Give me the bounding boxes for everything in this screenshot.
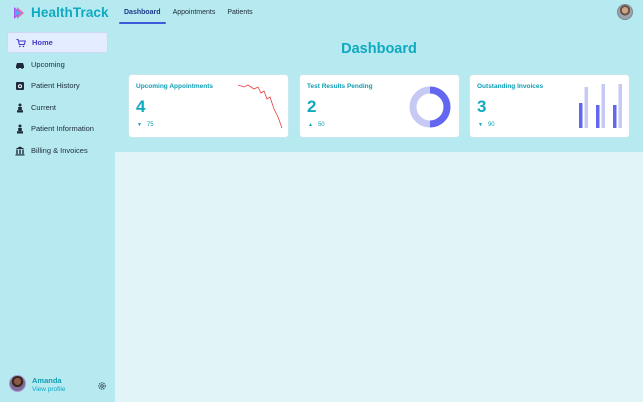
gear-icon[interactable]	[97, 378, 107, 390]
trend-down-icon: ▼	[137, 122, 142, 128]
trend-down-icon: ▼	[478, 122, 483, 128]
avatar[interactable]	[9, 375, 26, 392]
card-delta-value: 90	[487, 122, 495, 128]
sidebar-item-label: Patient History	[31, 81, 80, 90]
building-icon	[15, 146, 25, 156]
sidebar-item-billing-invoices[interactable]: Billing & Invoices	[7, 140, 108, 161]
card-value: 4	[136, 97, 146, 116]
content-area	[115, 152, 643, 402]
donut-chart	[409, 86, 451, 128]
camera-icon	[15, 81, 25, 91]
trend-up-icon: ▲	[308, 122, 313, 128]
sidebar-item-label: Current	[31, 103, 57, 112]
tab-appointments[interactable]: Appointments	[167, 0, 222, 24]
profile-section: Amanda View profile	[9, 373, 109, 395]
sidebar-item-home[interactable]: Home	[7, 32, 108, 53]
sidebar-item-label: Patient Information	[31, 124, 94, 133]
bar-chart	[579, 84, 622, 128]
card-outstanding-invoices[interactable]: Outstanding Invoices 3 ▼ 90	[470, 75, 629, 137]
card-upcoming-appointments[interactable]: Upcoming Appointments 4 ▼ 75	[129, 75, 288, 137]
page-title: Dashboard	[341, 41, 417, 57]
sidebar: Home Upcoming Patient History Current Pa…	[0, 28, 114, 402]
tab-dashboard[interactable]: Dashboard	[118, 0, 167, 24]
sidebar-item-label: Upcoming	[31, 60, 65, 69]
user-avatar[interactable]	[617, 4, 633, 20]
card-delta: ▼ 90	[478, 122, 495, 128]
card-value: 2	[307, 97, 317, 116]
car-icon	[15, 60, 25, 70]
card-title: Outstanding Invoices	[477, 83, 544, 90]
card-delta-value: 75	[146, 122, 154, 128]
person-icon	[15, 103, 25, 113]
card-title: Upcoming Appointments	[136, 83, 214, 90]
card-test-results-pending[interactable]: Test Results Pending 2 ▲ 50	[300, 75, 459, 137]
sparkline-chart	[237, 84, 283, 129]
card-value: 3	[477, 97, 487, 116]
sidebar-item-patient-information[interactable]: Patient Information	[7, 118, 108, 139]
cart-icon	[16, 38, 26, 48]
sidebar-item-label: Home	[32, 38, 53, 47]
brand-name: HealthTrack	[31, 5, 109, 20]
sidebar-item-label: Billing & Invoices	[31, 146, 88, 155]
brand[interactable]: HealthTrack	[12, 5, 109, 20]
sidebar-item-upcoming[interactable]: Upcoming	[7, 54, 108, 75]
view-profile-link[interactable]: View profile	[32, 386, 65, 393]
logo-icon	[12, 6, 26, 20]
card-delta-value: 50	[317, 122, 325, 128]
sidebar-item-patient-history[interactable]: Patient History	[7, 75, 108, 96]
sidebar-item-current[interactable]: Current	[7, 97, 108, 118]
card-delta: ▲ 50	[308, 122, 325, 128]
person-icon	[15, 124, 25, 134]
profile-name: Amanda	[32, 376, 62, 385]
top-bar: HealthTrack Dashboard Appointments Patie…	[0, 0, 643, 28]
card-delta: ▼ 75	[137, 122, 154, 128]
tab-patients[interactable]: Patients	[221, 0, 258, 24]
card-title: Test Results Pending	[307, 83, 373, 90]
top-nav: Dashboard Appointments Patients	[118, 0, 259, 24]
